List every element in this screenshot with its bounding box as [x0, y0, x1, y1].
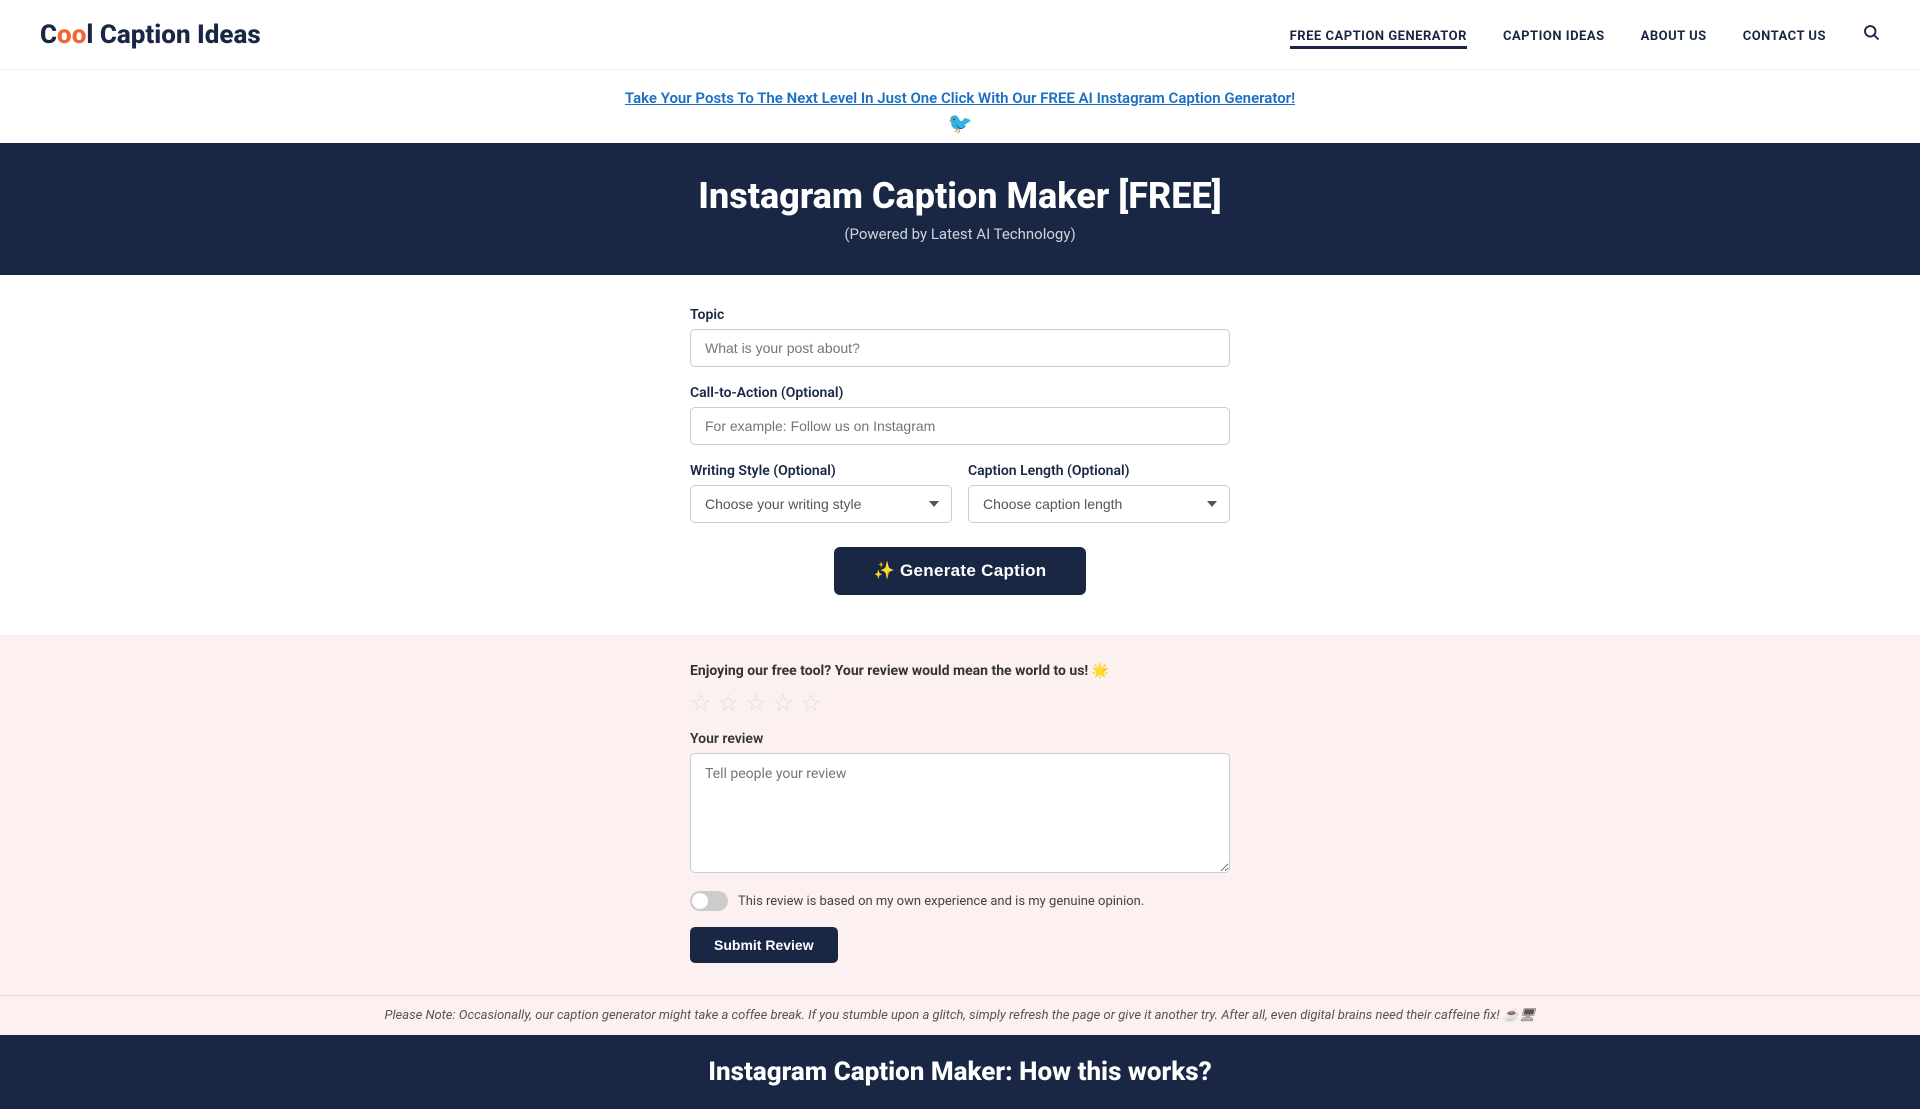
- star-rating[interactable]: ☆ ☆ ☆ ☆ ☆: [690, 689, 1230, 717]
- nav-about-us[interactable]: ABOUT US: [1641, 29, 1707, 44]
- caption-length-group: Caption Length (Optional) Choose caption…: [968, 463, 1230, 523]
- hero-title: Instagram Caption Maker [FREE]: [20, 175, 1900, 217]
- cta-label: Call-to-Action (Optional): [690, 385, 1230, 401]
- star-5[interactable]: ☆: [800, 689, 822, 717]
- nav-caption-ideas[interactable]: CAPTION IDEAS: [1503, 29, 1605, 44]
- cta-input[interactable]: [690, 407, 1230, 445]
- toggle-row: This review is based on my own experienc…: [690, 891, 1230, 911]
- star-2[interactable]: ☆: [718, 689, 740, 717]
- cta-field-group: Call-to-Action (Optional): [690, 385, 1230, 445]
- nav-free-caption[interactable]: FREE CAPTION GENERATOR: [1290, 29, 1467, 49]
- star-4[interactable]: ☆: [773, 689, 795, 717]
- logo[interactable]: Cool Caption Ideas: [40, 20, 261, 50]
- form-section: Topic Call-to-Action (Optional) Writing …: [0, 275, 1920, 635]
- navbar: Cool Caption Ideas FREE CAPTION GENERATO…: [0, 0, 1920, 70]
- nav-contact-us[interactable]: CONTACT US: [1743, 29, 1826, 44]
- submit-review-button[interactable]: Submit Review: [690, 927, 838, 963]
- hero-subtitle: (Powered by Latest AI Technology): [20, 225, 1900, 243]
- banner-icon: 🐦: [20, 111, 1900, 135]
- nav-links: FREE CAPTION GENERATOR CAPTION IDEAS ABO…: [1290, 23, 1880, 46]
- review-section: Enjoying our free tool? Your review woul…: [0, 635, 1920, 995]
- review-prompt: Enjoying our free tool? Your review woul…: [690, 663, 1230, 679]
- writing-style-label: Writing Style (Optional): [690, 463, 952, 479]
- topic-field-group: Topic: [690, 307, 1230, 367]
- bottom-hero: Instagram Caption Maker: How this works?: [0, 1035, 1920, 1109]
- toggle-label: This review is based on my own experienc…: [738, 894, 1144, 909]
- promo-banner: Take Your Posts To The Next Level In Jus…: [0, 70, 1920, 143]
- review-textarea[interactable]: [690, 753, 1230, 873]
- search-icon[interactable]: [1862, 25, 1880, 46]
- note-text: Please Note: Occasionally, our caption g…: [385, 1008, 1536, 1023]
- star-1[interactable]: ☆: [690, 689, 712, 717]
- caption-length-label: Caption Length (Optional): [968, 463, 1230, 479]
- writing-style-group: Writing Style (Optional) Choose your wri…: [690, 463, 952, 523]
- writing-style-select[interactable]: Choose your writing style Funny Professi…: [690, 485, 952, 523]
- bottom-hero-title: Instagram Caption Maker: How this works?: [20, 1057, 1900, 1087]
- banner-link[interactable]: Take Your Posts To The Next Level In Jus…: [625, 89, 1295, 107]
- generate-button[interactable]: ✨ Generate Caption: [834, 547, 1087, 595]
- review-label: Your review: [690, 731, 1230, 747]
- selects-row: Writing Style (Optional) Choose your wri…: [690, 463, 1230, 523]
- note-bar: Please Note: Occasionally, our caption g…: [0, 995, 1920, 1035]
- topic-input[interactable]: [690, 329, 1230, 367]
- star-3[interactable]: ☆: [745, 689, 767, 717]
- hero-section: Instagram Caption Maker [FREE] (Powered …: [0, 143, 1920, 275]
- genuine-opinion-toggle[interactable]: [690, 891, 728, 911]
- caption-length-select[interactable]: Choose caption length Short Medium Long: [968, 485, 1230, 523]
- topic-label: Topic: [690, 307, 1230, 323]
